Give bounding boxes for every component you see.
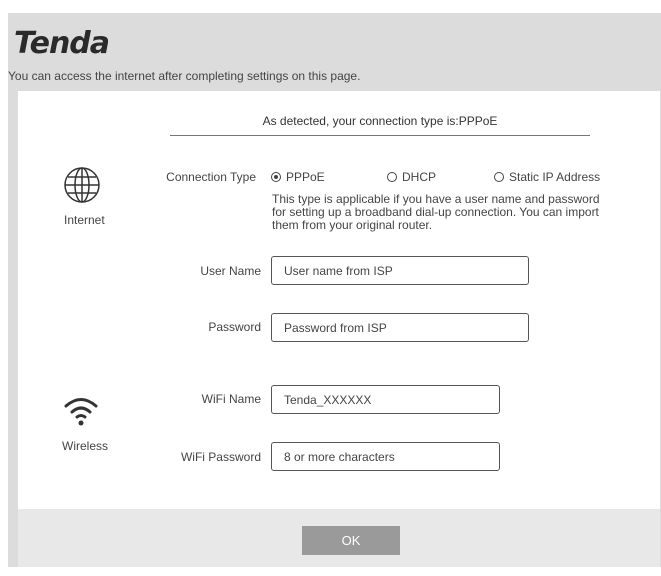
wifi-password-input[interactable]: 8 or more characters [271,442,500,471]
section-label-wireless: Wireless [62,439,109,453]
wifi-name-label: WiFi Name [201,392,261,406]
radio-label-dhcp: DHCP [402,170,437,184]
ok-button[interactable]: OK [302,526,400,555]
wifi-password-label: WiFi Password [180,450,261,464]
connection-description: This type is applicable if you have a us… [272,192,600,232]
password-input[interactable]: Password from ISP [271,313,529,342]
radio-label-pppoe: PPPoE [286,170,325,184]
radio-dot-dhcp [387,172,397,182]
radio-label-static-ip: Static IP Address [509,170,601,184]
detected-connection-text: As detected, your connection type is:PPP… [262,114,498,128]
tenda-logo: Tenda [14,26,110,61]
radio-static-ip[interactable]: Static IP Address [494,170,600,184]
section-label-internet: Internet [64,213,105,227]
radio-pppoe[interactable]: PPPoE [271,170,325,184]
wifi-name-input[interactable]: Tenda_XXXXXX [271,385,500,414]
connection-type-label: Connection Type [166,170,256,184]
username-label: User Name [200,264,261,278]
radio-dhcp[interactable]: DHCP [387,170,436,184]
radio-dot-pppoe [271,172,281,182]
globe-icon [64,167,100,203]
radio-dot-static-ip [494,172,504,182]
wifi-icon [64,398,98,426]
password-label: Password [208,320,261,334]
username-input[interactable]: User name from ISP [271,256,529,285]
page-subtitle: You can access the internet after comple… [8,69,361,83]
divider [170,135,590,136]
